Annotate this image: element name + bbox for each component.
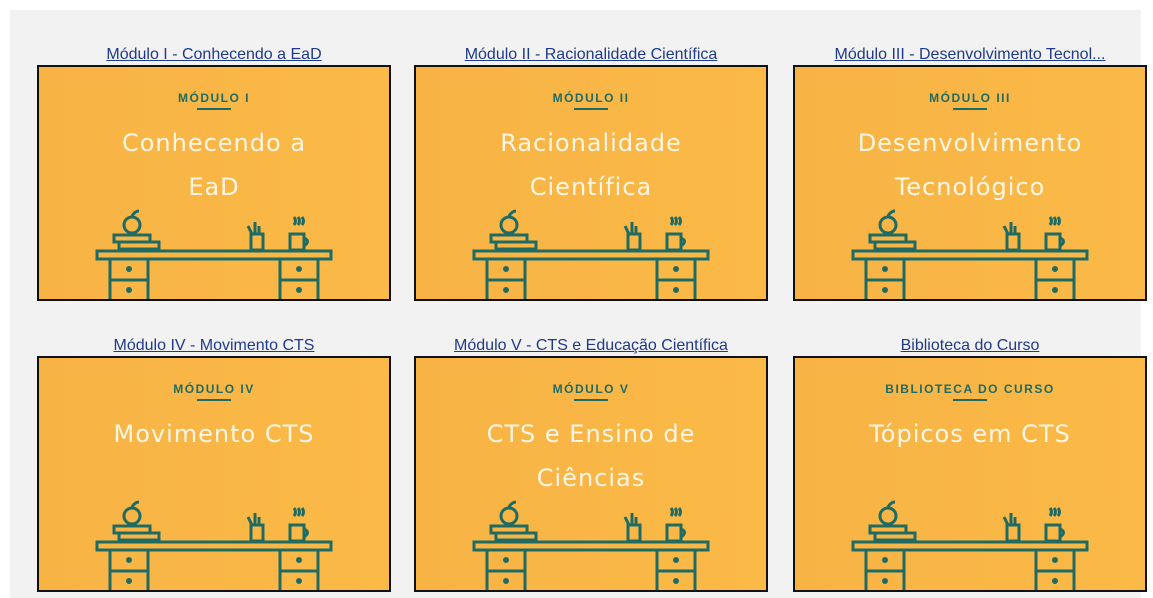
module-thumbnail-1[interactable]: MÓDULO I Conhecendo a EaD — [37, 65, 391, 301]
module-thumbnail-5[interactable]: MÓDULO V CTS e Ensino de Ciências — [414, 356, 768, 592]
thumbnail-kicker: BIBLIOTECA DO CURSO — [885, 382, 1055, 396]
module-card-4: Módulo IV - Movimento CTS MÓDULO IV Movi… — [37, 336, 391, 592]
apple-icon — [122, 215, 142, 235]
pencil-cup-icon — [246, 222, 265, 252]
pencil-cup-icon — [623, 513, 642, 543]
thumbnail-kicker: MÓDULO V — [552, 382, 630, 396]
heading-line-1: Racionalidade — [500, 129, 682, 157]
module-link-1[interactable]: Módulo I - Conhecendo a EaD — [37, 45, 391, 65]
module-thumbnail-2[interactable]: MÓDULO II Racionalidade Científica — [414, 65, 768, 301]
kicker-underline — [953, 108, 987, 110]
desk-illustration — [851, 209, 1089, 299]
coffee-mug-icon — [665, 232, 683, 252]
heading-line-1: CTS e Ensino de — [486, 420, 696, 448]
module-card-5: Módulo V - CTS e Educação Científica MÓD… — [414, 336, 768, 592]
module-card-3: Módulo III - Desenvolvimento Tecnol... M… — [793, 45, 1147, 301]
kicker-underline — [574, 399, 608, 401]
apple-icon — [878, 506, 898, 526]
pencil-cup-icon — [246, 513, 265, 543]
kicker-underline — [197, 108, 231, 110]
desk-illustration — [851, 500, 1089, 590]
heading-line-1: Movimento CTS — [113, 420, 315, 448]
module-link-4[interactable]: Módulo IV - Movimento CTS — [37, 336, 391, 356]
coffee-mug-icon — [1044, 232, 1062, 252]
thumbnail-kicker: MÓDULO III — [929, 91, 1011, 105]
pencil-cup-icon — [1002, 513, 1021, 543]
thumbnail-heading: Movimento CTS — [59, 412, 369, 456]
module-thumbnail-3[interactable]: MÓDULO III Desenvolvimento Tecnológico — [793, 65, 1147, 301]
desk-illustration — [95, 500, 333, 590]
apple-icon — [878, 215, 898, 235]
kicker-underline — [574, 108, 608, 110]
apple-icon — [499, 215, 519, 235]
pencil-cup-icon — [1002, 222, 1021, 252]
module-link-6[interactable]: Biblioteca do Curso — [793, 336, 1147, 356]
module-card-1: Módulo I - Conhecendo a EaD MÓDULO I Con… — [37, 45, 391, 301]
module-link-5[interactable]: Módulo V - CTS e Educação Científica — [414, 336, 768, 356]
module-link-3[interactable]: Módulo III - Desenvolvimento Tecnol... — [793, 45, 1147, 65]
thumbnail-kicker: MÓDULO I — [178, 91, 250, 105]
desk-illustration — [472, 500, 710, 590]
module-thumbnail-6[interactable]: BIBLIOTECA DO CURSO Tópicos em CTS — [793, 356, 1147, 592]
module-card-6: Biblioteca do Curso BIBLIOTECA DO CURSO … — [793, 336, 1147, 592]
module-thumbnail-4[interactable]: MÓDULO IV Movimento CTS — [37, 356, 391, 592]
apple-icon — [122, 506, 142, 526]
thumbnail-heading: Tópicos em CTS — [815, 412, 1125, 456]
module-card-2: Módulo II - Racionalidade Científica MÓD… — [414, 45, 768, 301]
coffee-mug-icon — [288, 232, 306, 252]
coffee-mug-icon — [288, 523, 306, 543]
heading-line-1: Tópicos em CTS — [869, 420, 1071, 448]
kicker-underline — [197, 399, 231, 401]
kicker-underline — [953, 399, 987, 401]
coffee-mug-icon — [665, 523, 683, 543]
module-link-2[interactable]: Módulo II - Racionalidade Científica — [414, 45, 768, 65]
coffee-mug-icon — [1044, 523, 1062, 543]
heading-line-1: Desenvolvimento — [857, 129, 1083, 157]
desk-illustration — [95, 209, 333, 299]
thumbnail-kicker: MÓDULO IV — [173, 382, 255, 396]
module-grid: Módulo I - Conhecendo a EaD MÓDULO I Con… — [10, 10, 1147, 598]
apple-icon — [499, 506, 519, 526]
thumbnail-kicker: MÓDULO II — [552, 91, 630, 105]
desk-illustration — [472, 209, 710, 299]
pencil-cup-icon — [623, 222, 642, 252]
heading-line-1: Conhecendo a — [121, 129, 307, 157]
